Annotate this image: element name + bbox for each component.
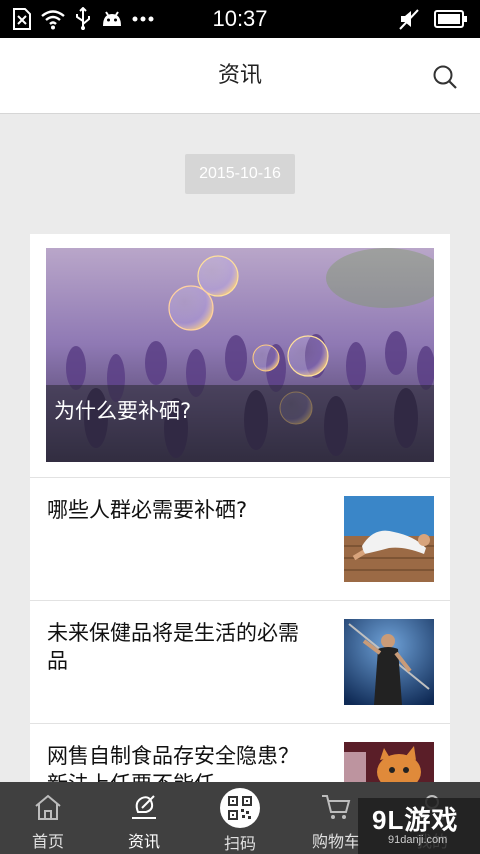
watermark-brand: 9L游戏 <box>372 805 459 835</box>
app-header: 资讯 <box>0 38 480 114</box>
tab-label: 购物车 <box>311 832 360 851</box>
qr-scan-icon <box>220 788 260 828</box>
tab-label: 首页 <box>31 832 64 851</box>
list-item-title: 哪些人群必需要补硒? <box>47 498 248 522</box>
hero-title: 为什么要补硒? <box>54 399 192 423</box>
hero-caption: 为什么要补硒? <box>46 385 434 462</box>
hero-article[interactable]: 为什么要补硒? <box>46 248 434 462</box>
list-item[interactable]: 哪些人群必需要补硒? <box>30 477 450 600</box>
watermark-domain: 91danji.com <box>388 834 448 846</box>
date-badge: 2015-10-16 <box>185 154 295 194</box>
watermark-logo: 9L游戏 91danji.com <box>358 798 480 854</box>
search-icon <box>433 65 457 89</box>
status-icons-right <box>398 6 468 32</box>
list-item[interactable]: 未来保健品将是生活的必需品 <box>30 600 450 723</box>
home-icon <box>33 792 63 822</box>
list-item-thumbnail <box>344 619 434 705</box>
search-button[interactable] <box>430 62 460 92</box>
article-card: 为什么要补硒? 哪些人群必需要补硒? 未来保健品将是生活的必需品 网售自制食品存… <box>30 234 450 794</box>
list-item-title: 未来保健品将是生活的必需品 <box>47 621 299 673</box>
list-item-thumbnail <box>344 496 434 582</box>
status-bar: 10:37 <box>0 0 480 38</box>
battery-icon <box>434 9 468 29</box>
tab-label: 扫码 <box>223 834 256 853</box>
tab-label: 资讯 <box>127 832 160 851</box>
mute-icon <box>398 8 420 30</box>
tab-home[interactable]: 首页 <box>0 782 96 854</box>
tab-scan[interactable]: 扫码 <box>192 782 288 854</box>
cart-icon <box>320 792 352 822</box>
page-title: 资讯 <box>217 63 262 88</box>
news-icon <box>128 792 160 822</box>
tab-news[interactable]: 资讯 <box>96 782 192 854</box>
